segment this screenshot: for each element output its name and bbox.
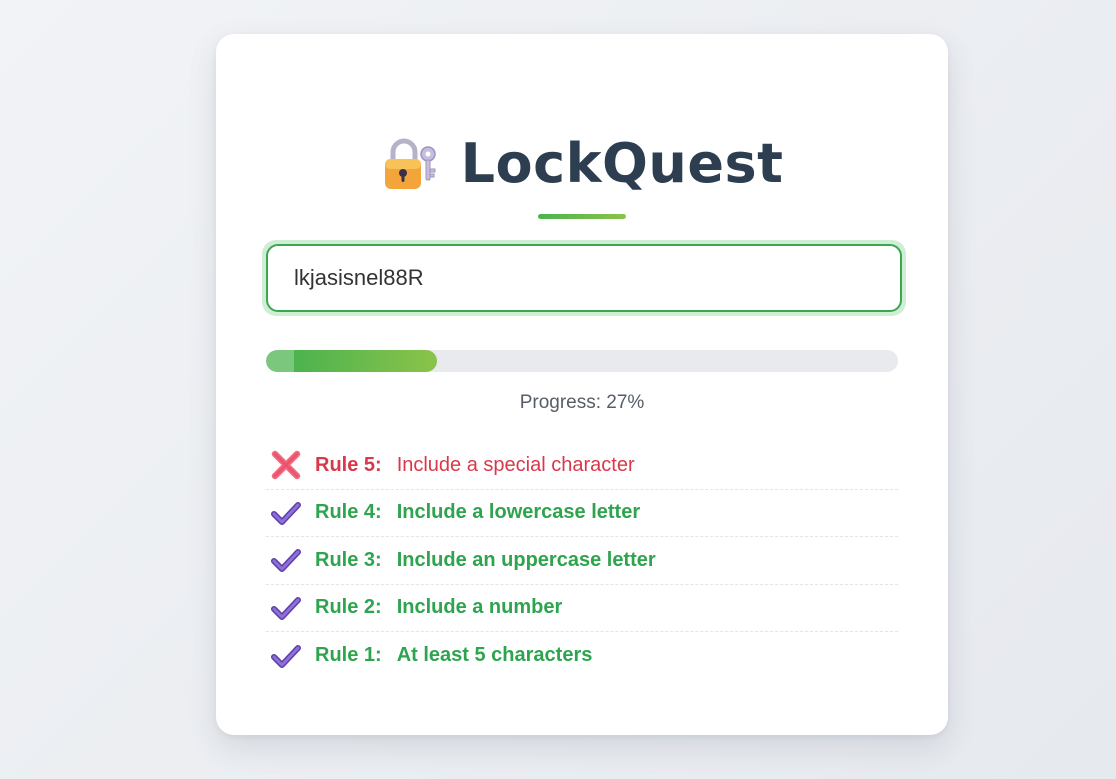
rule-item: Rule 4: Include a lowercase letter xyxy=(266,490,898,537)
check-mark-icon xyxy=(270,640,302,672)
rule-text: At least 5 characters xyxy=(396,644,593,667)
rule-label: Rule 1: xyxy=(315,644,382,667)
rule-label: Rule 4: xyxy=(315,501,382,524)
progress-bar xyxy=(266,350,898,372)
progress-fill xyxy=(266,350,437,372)
password-field-focus-ring xyxy=(262,240,906,316)
rule-text: Include a special character xyxy=(396,453,635,476)
rule-text: Include a number xyxy=(396,596,563,619)
rule-label: Rule 5: xyxy=(315,453,382,476)
rule-item: Rule 3: Include an uppercase letter xyxy=(266,537,898,585)
app-title: LockQuest xyxy=(460,132,784,195)
header: LockQuest xyxy=(216,130,948,198)
password-input[interactable] xyxy=(266,244,902,312)
game-card: LockQuest Progress: 27% Rule 5: Include a… xyxy=(216,34,948,735)
rule-text: Include a lowercase letter xyxy=(396,501,641,524)
rule-item: Rule 2: Include a number xyxy=(266,585,898,632)
rule-item: Rule 1: At least 5 characters xyxy=(266,632,898,680)
rule-item: Rule 5: Include a special character xyxy=(266,442,898,490)
lock-with-key-icon xyxy=(381,135,439,193)
title-underline xyxy=(538,214,626,219)
progress-label: Progress: 27% xyxy=(519,392,645,413)
cross-mark-icon xyxy=(270,449,302,481)
check-mark-icon xyxy=(270,544,302,576)
check-mark-icon xyxy=(270,497,302,529)
rule-text: Include an uppercase letter xyxy=(396,548,656,571)
rules-list: Rule 5: Include a special character Rule 4… xyxy=(266,442,898,680)
check-mark-icon xyxy=(270,592,302,624)
rule-label: Rule 3: xyxy=(315,548,382,571)
rule-label: Rule 2: xyxy=(315,596,382,619)
